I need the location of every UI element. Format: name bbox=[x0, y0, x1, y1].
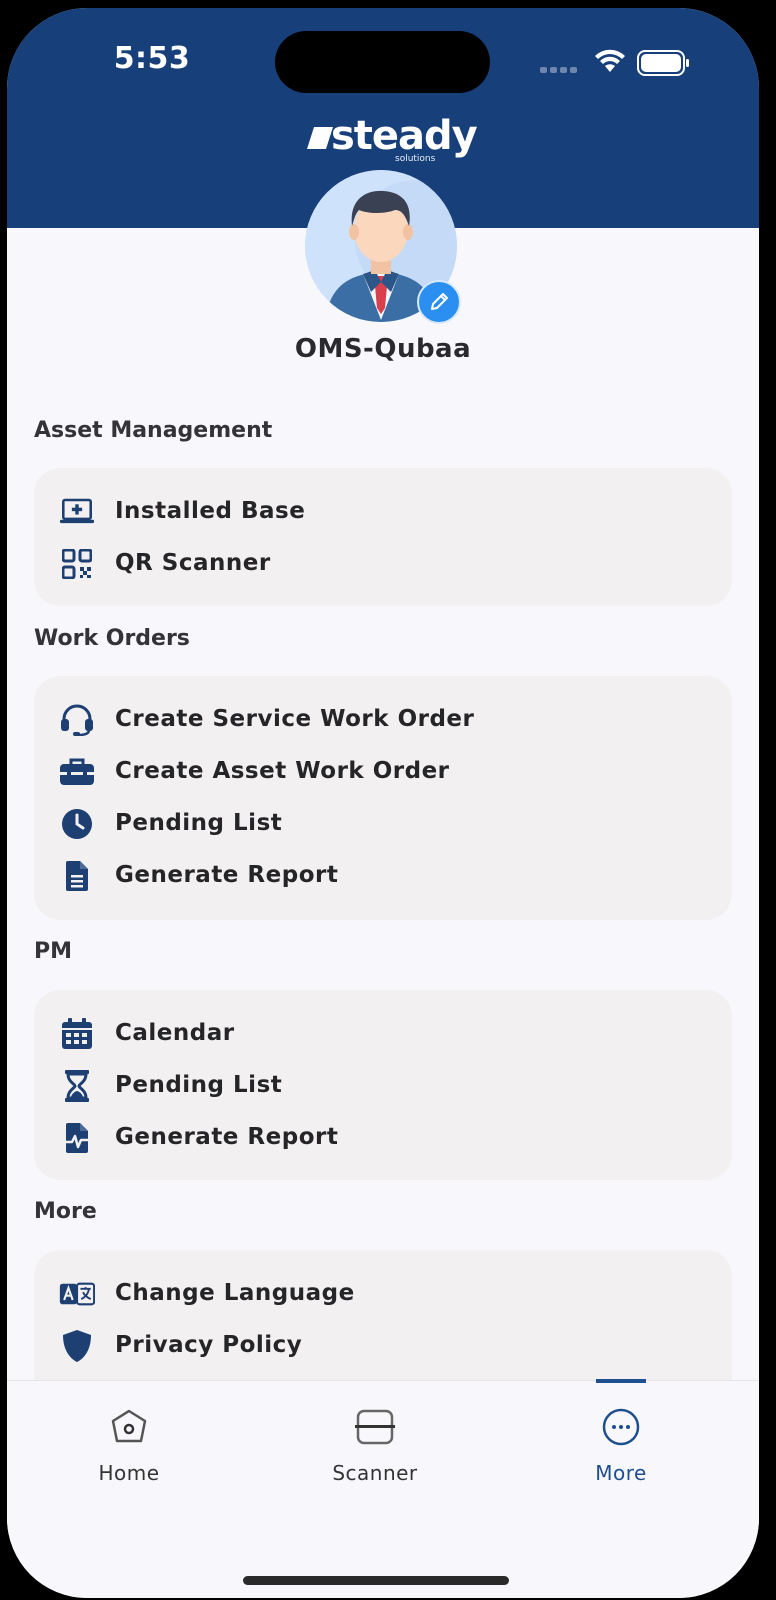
pm-card: Calendar Pending List Generate Report bbox=[34, 990, 732, 1180]
menu-item-pm-generate-report[interactable]: Generate Report bbox=[34, 1116, 732, 1160]
menu-item-pm-pending-list[interactable]: Pending List bbox=[34, 1064, 732, 1108]
dynamic-island bbox=[275, 31, 490, 93]
section-title-pm: PM bbox=[34, 939, 73, 964]
menu-item-create-service-work-order[interactable]: Create Service Work Order bbox=[34, 698, 732, 742]
battery-icon bbox=[637, 50, 689, 76]
menu-item-pending-list[interactable]: Pending List bbox=[34, 802, 732, 846]
menu-item-calendar[interactable]: Calendar bbox=[34, 1012, 732, 1056]
home-indicator[interactable] bbox=[243, 1576, 509, 1585]
medical-file-icon bbox=[59, 1122, 95, 1154]
hourglass-icon bbox=[59, 1070, 95, 1102]
pencil-icon bbox=[431, 293, 448, 310]
menu-item-label: Privacy Policy bbox=[115, 1332, 303, 1358]
menu-item-qr-scanner[interactable]: QR Scanner bbox=[34, 542, 732, 586]
section-title-work-orders: Work Orders bbox=[34, 626, 190, 651]
tab-label-home: Home bbox=[98, 1461, 160, 1485]
menu-item-privacy-policy[interactable]: Privacy Policy bbox=[34, 1324, 732, 1368]
toolbox-icon bbox=[59, 756, 95, 788]
tab-label-scanner: Scanner bbox=[332, 1461, 418, 1485]
menu-item-label: Generate Report bbox=[115, 862, 339, 888]
tab-label-more: More bbox=[595, 1461, 647, 1485]
menu-item-label: Create Service Work Order bbox=[115, 706, 475, 732]
menu-item-label: Pending List bbox=[115, 1072, 283, 1098]
document-icon bbox=[59, 860, 95, 892]
qr-code-icon bbox=[59, 548, 95, 580]
asset-management-card: Installed Base QR Scanner bbox=[34, 468, 732, 606]
menu-item-installed-base[interactable]: Installed Base bbox=[34, 490, 732, 534]
menu-item-label: Pending List bbox=[115, 810, 283, 836]
wifi-icon bbox=[595, 49, 625, 72]
menu-item-label: QR Scanner bbox=[115, 550, 271, 576]
menu-item-create-asset-work-order[interactable]: Create Asset Work Order bbox=[34, 750, 732, 794]
clock-icon bbox=[59, 808, 95, 840]
phone-screen: 5:53 steady solutions OMS-Qubaa Asset Ma… bbox=[7, 8, 759, 1598]
tab-more[interactable]: More bbox=[541, 1381, 701, 1511]
tab-scanner[interactable]: Scanner bbox=[295, 1381, 455, 1511]
home-icon bbox=[111, 1409, 147, 1443]
section-title-asset-management: Asset Management bbox=[34, 418, 273, 443]
logo-wordmark: steady bbox=[331, 113, 478, 159]
menu-item-label: Generate Report bbox=[115, 1124, 339, 1150]
language-icon bbox=[59, 1278, 95, 1310]
bottom-tab-bar: Home Scanner More bbox=[7, 1379, 759, 1598]
logo-tagline: solutions bbox=[395, 154, 436, 164]
menu-item-label: Create Asset Work Order bbox=[115, 758, 450, 784]
work-orders-card: Create Service Work Order Create Asset W… bbox=[34, 676, 732, 920]
menu-item-generate-report[interactable]: Generate Report bbox=[34, 854, 732, 898]
menu-item-change-language[interactable]: Change Language bbox=[34, 1272, 732, 1316]
laptop-medical-icon bbox=[59, 496, 95, 528]
scanner-icon bbox=[355, 1409, 395, 1445]
more-icon bbox=[602, 1408, 640, 1446]
steady-logo: steady solutions bbox=[307, 112, 478, 168]
shield-icon bbox=[59, 1330, 95, 1362]
headset-icon bbox=[59, 704, 95, 736]
profile-name: OMS-Qubaa bbox=[294, 334, 472, 364]
tab-home[interactable]: Home bbox=[49, 1381, 209, 1511]
logo-mark-icon bbox=[307, 127, 333, 149]
menu-item-label: Calendar bbox=[115, 1020, 235, 1046]
edit-profile-button[interactable] bbox=[417, 280, 461, 324]
section-title-more: More bbox=[34, 1199, 97, 1224]
cellular-signal-icon bbox=[540, 67, 577, 73]
calendar-icon bbox=[59, 1018, 95, 1050]
menu-item-label: Change Language bbox=[115, 1280, 355, 1306]
menu-item-label: Installed Base bbox=[115, 498, 306, 524]
status-time: 5:53 bbox=[113, 41, 191, 76]
